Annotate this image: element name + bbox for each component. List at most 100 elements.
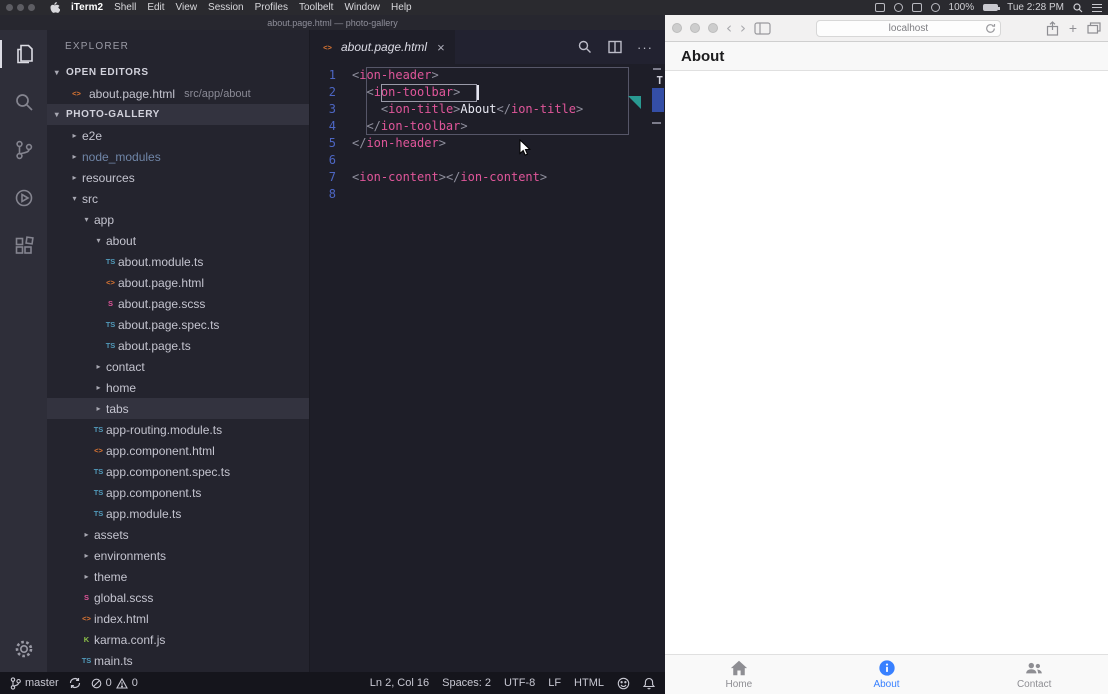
battery-icon[interactable] (983, 4, 998, 11)
notifications-bell-icon[interactable] (643, 677, 655, 690)
minimize-window-button[interactable] (17, 4, 24, 11)
code-line[interactable]: 8 (310, 186, 665, 203)
tree-item-src[interactable]: ▾src (47, 188, 309, 209)
source-control-view-button[interactable] (0, 136, 47, 164)
language-mode-status[interactable]: HTML (574, 677, 604, 689)
menubar-item-edit[interactable]: Edit (147, 2, 164, 13)
status-icon[interactable] (875, 3, 885, 12)
tree-item-app-module-ts[interactable]: TSapp.module.ts (47, 503, 309, 524)
more-actions-icon[interactable]: ··· (637, 40, 653, 55)
problems-status[interactable]: 0 0 (91, 677, 138, 689)
close-window-button[interactable] (672, 23, 682, 33)
tree-item-app-component-html[interactable]: <>app.component.html (47, 440, 309, 461)
tree-item-home[interactable]: ▸home (47, 377, 309, 398)
code-line[interactable]: 1<ion-header> (310, 67, 665, 84)
open-editor-item[interactable]: <> about.page.html src/app/about (47, 83, 309, 104)
tree-item-resources[interactable]: ▸resources (47, 167, 309, 188)
tree-item-about-page-ts[interactable]: TSabout.page.ts (47, 335, 309, 356)
reload-icon[interactable] (985, 23, 996, 34)
share-icon[interactable] (1046, 21, 1059, 36)
menubar-item-help[interactable]: Help (391, 2, 412, 13)
new-tab-button[interactable]: + (1069, 20, 1077, 36)
tree-item-app-component-spec-ts[interactable]: TSapp.component.spec.ts (47, 461, 309, 482)
menubar-item-session[interactable]: Session (208, 2, 244, 13)
tab-about-page-html[interactable]: <> about.page.html × (310, 30, 455, 64)
eol-status[interactable]: LF (548, 677, 561, 689)
tree-item-main-ts[interactable]: TSmain.ts (47, 650, 309, 671)
minimize-window-button[interactable] (690, 23, 700, 33)
open-editors-section-header[interactable]: ▾ OPEN EDITORS (47, 62, 309, 83)
status-icon[interactable] (931, 3, 940, 12)
split-editor-icon[interactable] (607, 39, 623, 55)
tree-item-tabs[interactable]: ▸tabs (47, 398, 309, 419)
tree-item-theme[interactable]: ▸theme (47, 566, 309, 587)
code-line[interactable]: 2 <ion-toolbar> (310, 84, 665, 101)
git-branch-status[interactable]: master (10, 677, 59, 690)
tab-home[interactable]: Home (665, 655, 813, 694)
tab-about[interactable]: About (813, 655, 961, 694)
tree-item-index-html[interactable]: <>index.html (47, 608, 309, 629)
tree-item-app-routing-module-ts[interactable]: TSapp-routing.module.ts (47, 419, 309, 440)
status-icon[interactable] (894, 3, 903, 12)
tree-item-about-page-spec-ts[interactable]: TSabout.page.spec.ts (47, 314, 309, 335)
tree-item-contact[interactable]: ▸contact (47, 356, 309, 377)
menubar-clock[interactable]: Tue 2:28 PM (1007, 2, 1064, 13)
explorer-view-button[interactable] (0, 40, 47, 68)
project-section-header[interactable]: ▾ PHOTO-GALLERY (47, 104, 309, 125)
minimap-viewport[interactable] (652, 88, 664, 112)
tree-item-about-page-html[interactable]: <>about.page.html (47, 272, 309, 293)
tree-item-node-modules[interactable]: ▸node_modules (47, 146, 309, 167)
code-line[interactable]: 3 <ion-title>About</ion-title> (310, 101, 665, 118)
notification-center-icon[interactable] (1092, 4, 1102, 12)
tree-item-karma-conf-js[interactable]: Kkarma.conf.js (47, 629, 309, 650)
code-area[interactable]: 1<ion-header> 2 <ion-toolbar> 3 <ion-tit… (310, 64, 665, 672)
tab-contact[interactable]: Contact (960, 655, 1108, 694)
minimap[interactable]: T (651, 64, 665, 194)
chevron-down-icon: ▾ (91, 236, 106, 245)
debug-view-button[interactable] (0, 184, 47, 212)
tab-overview-icon[interactable] (1087, 22, 1101, 34)
menubar-item-window[interactable]: Window (344, 2, 380, 13)
vscode-titlebar[interactable]: about.page.html — photo-gallery (0, 15, 665, 30)
cursor-position-status[interactable]: Ln 2, Col 16 (370, 677, 429, 689)
window-traffic-lights[interactable] (6, 4, 35, 11)
address-text: localhost (889, 23, 928, 34)
menubar-app-name[interactable]: iTerm2 (71, 2, 103, 13)
tree-item-global-scss[interactable]: Sglobal.scss (47, 587, 309, 608)
code-line[interactable]: 4 </ion-toolbar> (310, 118, 665, 135)
close-tab-icon[interactable]: × (437, 40, 445, 55)
sync-status[interactable] (69, 677, 81, 689)
feedback-smiley-icon[interactable] (617, 677, 630, 690)
search-view-button[interactable] (0, 88, 47, 116)
sidebar-toggle-icon[interactable] (754, 22, 771, 35)
menubar-item-toolbelt[interactable]: Toolbelt (299, 2, 333, 13)
back-button[interactable]: ‹ (726, 21, 732, 36)
close-window-button[interactable] (6, 4, 13, 11)
code-line[interactable]: 5</ion-header> (310, 135, 665, 152)
extensions-view-button[interactable] (0, 232, 47, 260)
tree-item-app-component-ts[interactable]: TSapp.component.ts (47, 482, 309, 503)
spotlight-icon[interactable] (1073, 3, 1083, 13)
forward-button[interactable]: › (740, 21, 746, 36)
menubar-item-view[interactable]: View (176, 2, 198, 13)
code-line[interactable]: 6 (310, 152, 665, 169)
menubar-item-shell[interactable]: Shell (114, 2, 136, 13)
tree-item-app[interactable]: ▾app (47, 209, 309, 230)
tree-item-e2e[interactable]: ▸e2e (47, 125, 309, 146)
apple-menu-icon[interactable] (50, 2, 60, 14)
address-bar[interactable]: localhost (816, 20, 1001, 37)
zoom-window-button[interactable] (708, 23, 718, 33)
tree-item-environments[interactable]: ▸environments (47, 545, 309, 566)
tree-item-about-page-scss[interactable]: Sabout.page.scss (47, 293, 309, 314)
encoding-status[interactable]: UTF-8 (504, 677, 535, 689)
tree-item-about[interactable]: ▾about (47, 230, 309, 251)
indentation-status[interactable]: Spaces: 2 (442, 677, 491, 689)
status-icon[interactable] (912, 3, 922, 12)
code-line[interactable]: 7<ion-content></ion-content> (310, 169, 665, 186)
find-in-file-icon[interactable] (577, 39, 593, 55)
menubar-item-profiles[interactable]: Profiles (255, 2, 288, 13)
tree-item-assets[interactable]: ▸assets (47, 524, 309, 545)
settings-gear-button[interactable] (0, 638, 47, 660)
zoom-window-button[interactable] (28, 4, 35, 11)
tree-item-about-module-ts[interactable]: TSabout.module.ts (47, 251, 309, 272)
